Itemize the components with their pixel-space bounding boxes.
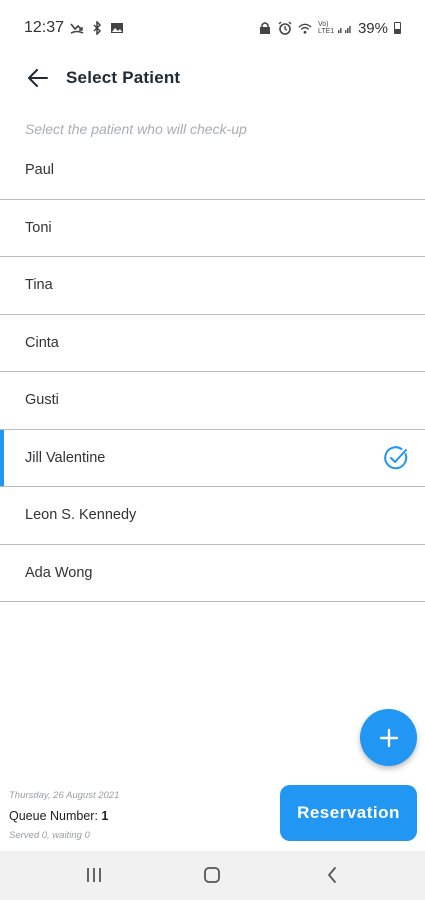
home-icon xyxy=(204,867,220,883)
patient-name: Ada Wong xyxy=(25,564,93,581)
back-nav-button[interactable] xyxy=(320,863,344,887)
add-patient-button[interactable] xyxy=(360,709,417,766)
patient-name: Paul xyxy=(25,162,55,179)
patient-item-paul[interactable]: Paul xyxy=(0,142,425,200)
queue-served-status: Served 0, waiting 0 xyxy=(9,830,90,841)
plus-icon xyxy=(379,728,398,747)
patient-item-cinta[interactable]: Cinta xyxy=(0,315,425,372)
back-nav-icon xyxy=(328,867,336,883)
wifi-icon xyxy=(298,21,312,35)
recent-apps-button[interactable] xyxy=(82,863,106,887)
app-header: Select Patient xyxy=(0,56,425,100)
patient-list: Paul Toni Tina Cinta Gusti Jill Valentin… xyxy=(0,142,425,602)
status-time: 12:37 xyxy=(24,19,65,36)
image-icon xyxy=(110,21,124,35)
reservation-button[interactable]: Reservation xyxy=(280,785,417,841)
status-left: 12:37 xyxy=(24,19,124,37)
patient-name: Toni xyxy=(25,219,52,236)
check-circle-icon xyxy=(384,446,408,469)
system-nav-bar xyxy=(0,851,425,900)
patient-item-ada-wong[interactable]: Ada Wong xyxy=(0,545,425,602)
back-button[interactable] xyxy=(26,66,50,90)
patient-item-leon-s-kennedy[interactable]: Leon S. Kennedy xyxy=(0,487,425,545)
queue-date: Thursday, 26 August 2021 xyxy=(9,790,120,801)
patient-name: Tina xyxy=(25,277,53,294)
patient-name: Gusti xyxy=(25,392,59,409)
queue-info: Thursday, 26 August 2021 Queue Number: 1… xyxy=(9,790,269,841)
alarm-icon xyxy=(278,21,292,35)
lock-icon xyxy=(258,21,272,35)
patient-item-tina[interactable]: Tina xyxy=(0,257,425,315)
page-subtitle: Select the patient who will check-up xyxy=(25,121,247,137)
page-title: Select Patient xyxy=(66,68,181,87)
patient-name: Jill Valentine xyxy=(25,449,106,466)
home-button[interactable] xyxy=(200,863,224,887)
bluetooth-icon xyxy=(90,21,104,35)
patient-name: Cinta xyxy=(25,334,59,351)
queue-number-label: Queue Number: xyxy=(9,809,98,823)
status-right: Vo) LTE1 39% xyxy=(258,20,401,37)
patient-item-toni[interactable]: Toni xyxy=(0,200,425,257)
app-screen: 12:37 Vo) LTE1 39% Select Patient Select… xyxy=(0,0,425,900)
queue-number-value: 1 xyxy=(101,809,109,823)
patient-item-jill-valentine[interactable]: Jill Valentine xyxy=(0,429,425,487)
patient-name: Leon S. Kennedy xyxy=(25,507,137,524)
battery-icon xyxy=(394,22,401,34)
patient-item-gusti[interactable]: Gusti xyxy=(0,372,425,430)
missed-call-icon xyxy=(70,21,84,35)
status-bar: 12:37 Vo) LTE1 39% xyxy=(0,0,425,56)
battery-percent: 39% xyxy=(357,19,388,37)
arrow-left-icon xyxy=(28,69,48,87)
signal-icon xyxy=(337,21,352,35)
queue-number-row: Queue Number: 1 xyxy=(9,809,269,826)
network-label: Vo) LTE1 xyxy=(317,21,335,35)
recent-apps-icon xyxy=(87,868,101,882)
